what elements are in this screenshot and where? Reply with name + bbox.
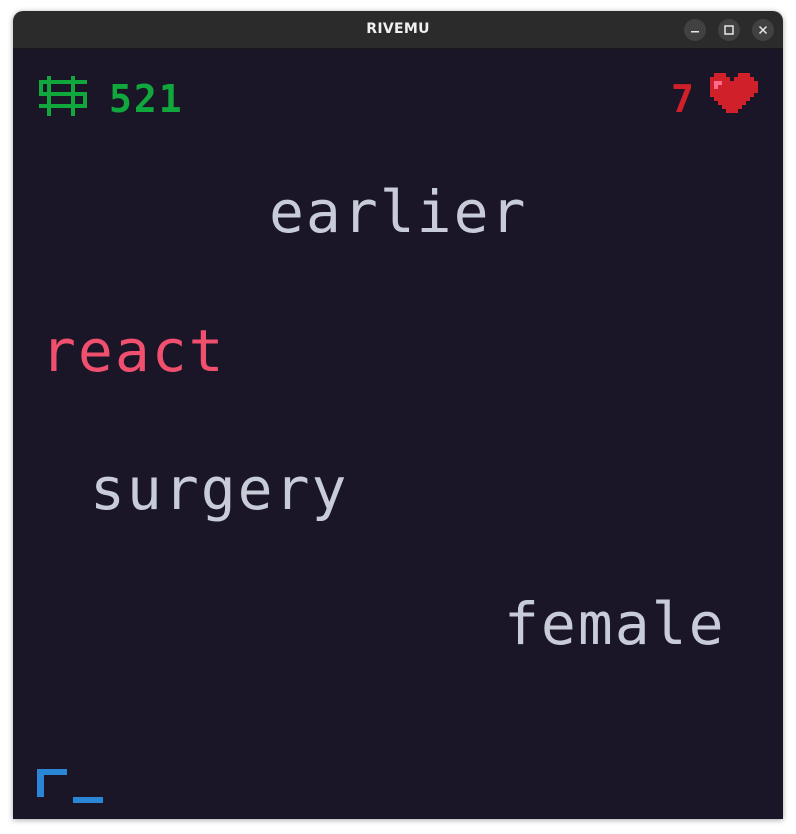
- maximize-button[interactable]: [718, 19, 740, 41]
- falling-word: surgery: [90, 455, 349, 523]
- falling-word-targeted: react: [41, 317, 226, 385]
- close-icon: [758, 25, 768, 35]
- title-bar[interactable]: RIVEMU: [13, 11, 783, 49]
- lives-counter: 7: [671, 77, 694, 121]
- falling-word: earlier: [269, 178, 528, 246]
- minimize-button[interactable]: [684, 19, 706, 41]
- money-counter: 521: [109, 77, 184, 121]
- game-canvas[interactable]: 521 7 earlier react surgery female: [13, 49, 783, 819]
- typed-letter-r: [37, 769, 67, 797]
- app-window: RIVEMU 521 7 earlier react surgery femal…: [13, 11, 783, 819]
- close-button[interactable]: [752, 19, 774, 41]
- maximize-icon: [724, 25, 734, 35]
- dollar-icon: [39, 76, 87, 116]
- falling-word: female: [504, 590, 726, 658]
- typed-input[interactable]: [37, 769, 109, 809]
- heart-icon: [710, 73, 758, 113]
- minimize-icon: [691, 31, 699, 33]
- window-title: RIVEMU: [366, 21, 430, 37]
- input-cursor: [73, 797, 103, 803]
